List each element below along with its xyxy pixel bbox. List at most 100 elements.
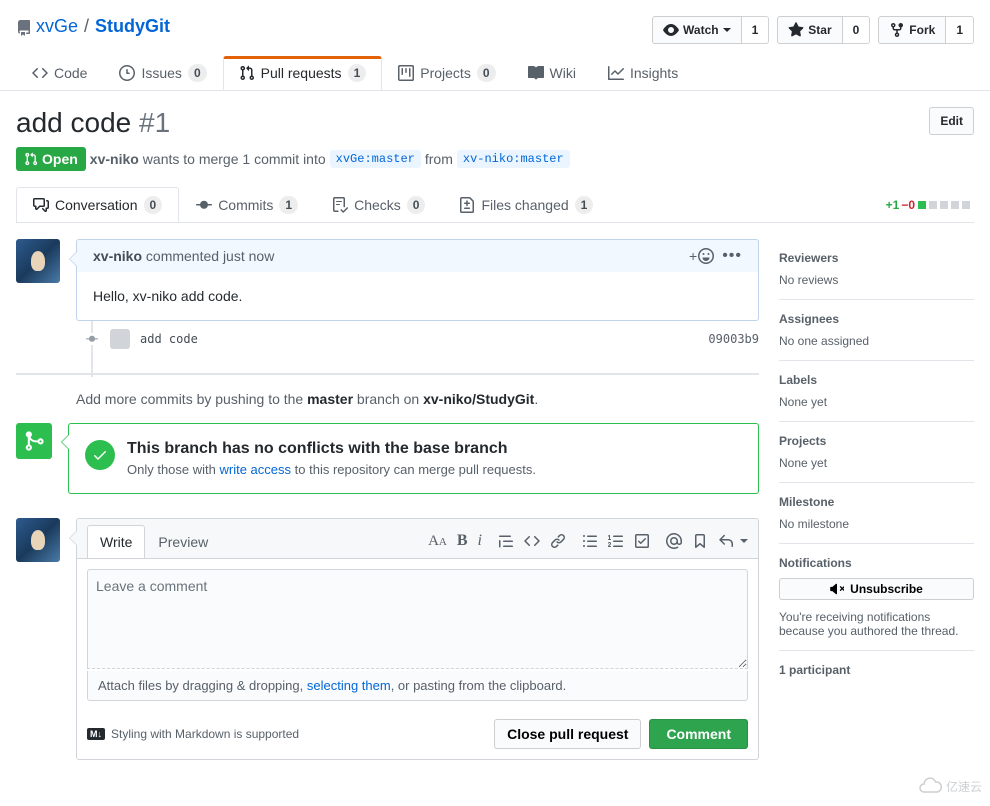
comment-box: xv-niko commented just now + ••• Hello, … bbox=[76, 239, 759, 321]
commit-dot-icon bbox=[86, 333, 98, 345]
tab-insights[interactable]: Insights bbox=[592, 56, 694, 90]
edit-button[interactable]: Edit bbox=[929, 107, 974, 135]
fork-count[interactable]: 1 bbox=[946, 16, 974, 44]
kebab-menu[interactable]: ••• bbox=[722, 248, 742, 264]
tasklist-icon[interactable] bbox=[634, 533, 650, 549]
heading-icon[interactable]: AA bbox=[428, 533, 447, 550]
cloud-icon bbox=[918, 774, 942, 798]
pr-title: add code #1 bbox=[16, 107, 570, 139]
sidebar-participants: 1 participant bbox=[779, 651, 974, 697]
checklist-icon bbox=[332, 197, 348, 213]
commit-icon bbox=[196, 197, 212, 213]
comment-textarea[interactable] bbox=[87, 569, 748, 669]
tab-projects[interactable]: Projects0 bbox=[382, 56, 511, 90]
comment-button[interactable]: Comment bbox=[649, 719, 748, 749]
tab-pull-requests[interactable]: Pull requests1 bbox=[223, 56, 383, 90]
tab-commits[interactable]: Commits1 bbox=[179, 187, 315, 222]
star-icon bbox=[788, 22, 804, 38]
pagehead-actions: Watch1 Star0 Fork1 bbox=[652, 16, 974, 44]
comment-author[interactable]: xv-niko bbox=[93, 248, 142, 264]
merge-title: This branch has no conflicts with the ba… bbox=[127, 440, 536, 458]
repo-owner-link[interactable]: xvGe bbox=[36, 16, 78, 37]
selecting-them-link[interactable]: selecting them bbox=[307, 678, 391, 693]
sidebar-assignees[interactable]: AssigneesNo one assigned bbox=[779, 300, 974, 361]
avatar[interactable] bbox=[16, 239, 60, 283]
bold-icon[interactable]: B bbox=[457, 532, 468, 550]
pr-state-badge: Open bbox=[16, 147, 86, 171]
book-icon bbox=[528, 65, 544, 81]
push-hint: Add more commits by pushing to the maste… bbox=[76, 375, 759, 423]
caret-icon bbox=[740, 539, 748, 543]
commit-row: add code 09003b9 bbox=[76, 321, 759, 357]
markdown-hint[interactable]: M↓Styling with Markdown is supported bbox=[87, 727, 299, 741]
star-button[interactable]: Star bbox=[777, 16, 842, 44]
git-merge-icon bbox=[16, 423, 52, 459]
repo-name-link[interactable]: StudyGit bbox=[95, 16, 170, 36]
comment-discussion-icon bbox=[33, 197, 49, 213]
project-icon bbox=[398, 65, 414, 81]
commit-message[interactable]: add code bbox=[140, 332, 198, 346]
preview-tab[interactable]: Preview bbox=[145, 525, 221, 558]
merge-status-box: This branch has no conflicts with the ba… bbox=[68, 423, 759, 494]
watermark: 亿速云 bbox=[918, 774, 982, 798]
sidebar-labels[interactable]: LabelsNone yet bbox=[779, 361, 974, 422]
pull-request-icon bbox=[24, 151, 38, 167]
issue-icon bbox=[119, 65, 135, 81]
new-comment-form: Write Preview AA B i bbox=[76, 518, 759, 760]
head-ref[interactable]: xv-niko:master bbox=[457, 150, 570, 168]
fork-icon bbox=[889, 22, 905, 38]
path-separator: / bbox=[84, 16, 89, 37]
bookmark-icon[interactable] bbox=[692, 533, 708, 549]
sidebar-reviewers[interactable]: ReviewersNo reviews bbox=[779, 239, 974, 300]
write-tab[interactable]: Write bbox=[87, 525, 145, 558]
italic-icon[interactable]: i bbox=[478, 532, 482, 550]
write-access-link[interactable]: write access bbox=[220, 462, 292, 477]
tab-conversation[interactable]: Conversation0 bbox=[16, 187, 179, 222]
pr-author[interactable]: xv-niko bbox=[90, 151, 139, 167]
tab-checks[interactable]: Checks0 bbox=[315, 187, 442, 222]
mention-icon[interactable] bbox=[666, 533, 682, 549]
tab-files-changed[interactable]: Files changed1 bbox=[442, 187, 610, 222]
sidebar-milestone[interactable]: MilestoneNo milestone bbox=[779, 483, 974, 544]
reply-icon[interactable] bbox=[718, 533, 734, 549]
diff-add-block bbox=[918, 201, 926, 209]
smiley-icon bbox=[698, 248, 714, 264]
avatar[interactable] bbox=[16, 518, 60, 562]
mute-icon bbox=[830, 582, 844, 596]
code-icon bbox=[32, 65, 48, 81]
comment-body: Hello, xv-niko add code. bbox=[77, 272, 758, 320]
graph-icon bbox=[608, 65, 624, 81]
watch-button[interactable]: Watch bbox=[652, 16, 742, 44]
list-unordered-icon[interactable] bbox=[582, 533, 598, 549]
list-ordered-icon[interactable] bbox=[608, 533, 624, 549]
attach-hint[interactable]: Attach files by dragging & dropping, sel… bbox=[87, 671, 748, 701]
unsubscribe-button[interactable]: Unsubscribe bbox=[779, 578, 974, 600]
diff-neutral-block bbox=[962, 201, 970, 209]
fork-button[interactable]: Fork bbox=[878, 16, 946, 44]
sidebar-projects[interactable]: ProjectsNone yet bbox=[779, 422, 974, 483]
tab-code[interactable]: Code bbox=[16, 56, 103, 90]
caret-icon bbox=[723, 28, 731, 32]
repo-tabs: Code Issues0 Pull requests1 Projects0 Wi… bbox=[0, 56, 990, 91]
diff-neutral-block bbox=[951, 201, 959, 209]
markdown-icon: M↓ bbox=[87, 728, 105, 740]
commit-author-avatar[interactable] bbox=[110, 329, 130, 349]
star-count[interactable]: 0 bbox=[843, 16, 871, 44]
pull-request-icon bbox=[239, 65, 255, 81]
add-reaction-button[interactable]: + bbox=[689, 248, 714, 264]
close-pr-button[interactable]: Close pull request bbox=[494, 719, 641, 749]
watch-count[interactable]: 1 bbox=[742, 16, 770, 44]
diff-icon bbox=[459, 197, 475, 213]
code-icon[interactable] bbox=[524, 533, 540, 549]
diff-neutral-block bbox=[940, 201, 948, 209]
link-icon[interactable] bbox=[550, 533, 566, 549]
commit-sha[interactable]: 09003b9 bbox=[708, 332, 759, 346]
repo-icon bbox=[16, 16, 32, 37]
tab-issues[interactable]: Issues0 bbox=[103, 56, 222, 90]
base-ref[interactable]: xvGe:master bbox=[330, 150, 421, 168]
tab-wiki[interactable]: Wiki bbox=[512, 56, 592, 90]
repo-path: xvGe / StudyGit bbox=[16, 16, 170, 37]
sidebar-notifications: Notifications Unsubscribe You're receivi… bbox=[779, 544, 974, 651]
quote-icon[interactable] bbox=[498, 533, 514, 549]
diff-neutral-block bbox=[929, 201, 937, 209]
